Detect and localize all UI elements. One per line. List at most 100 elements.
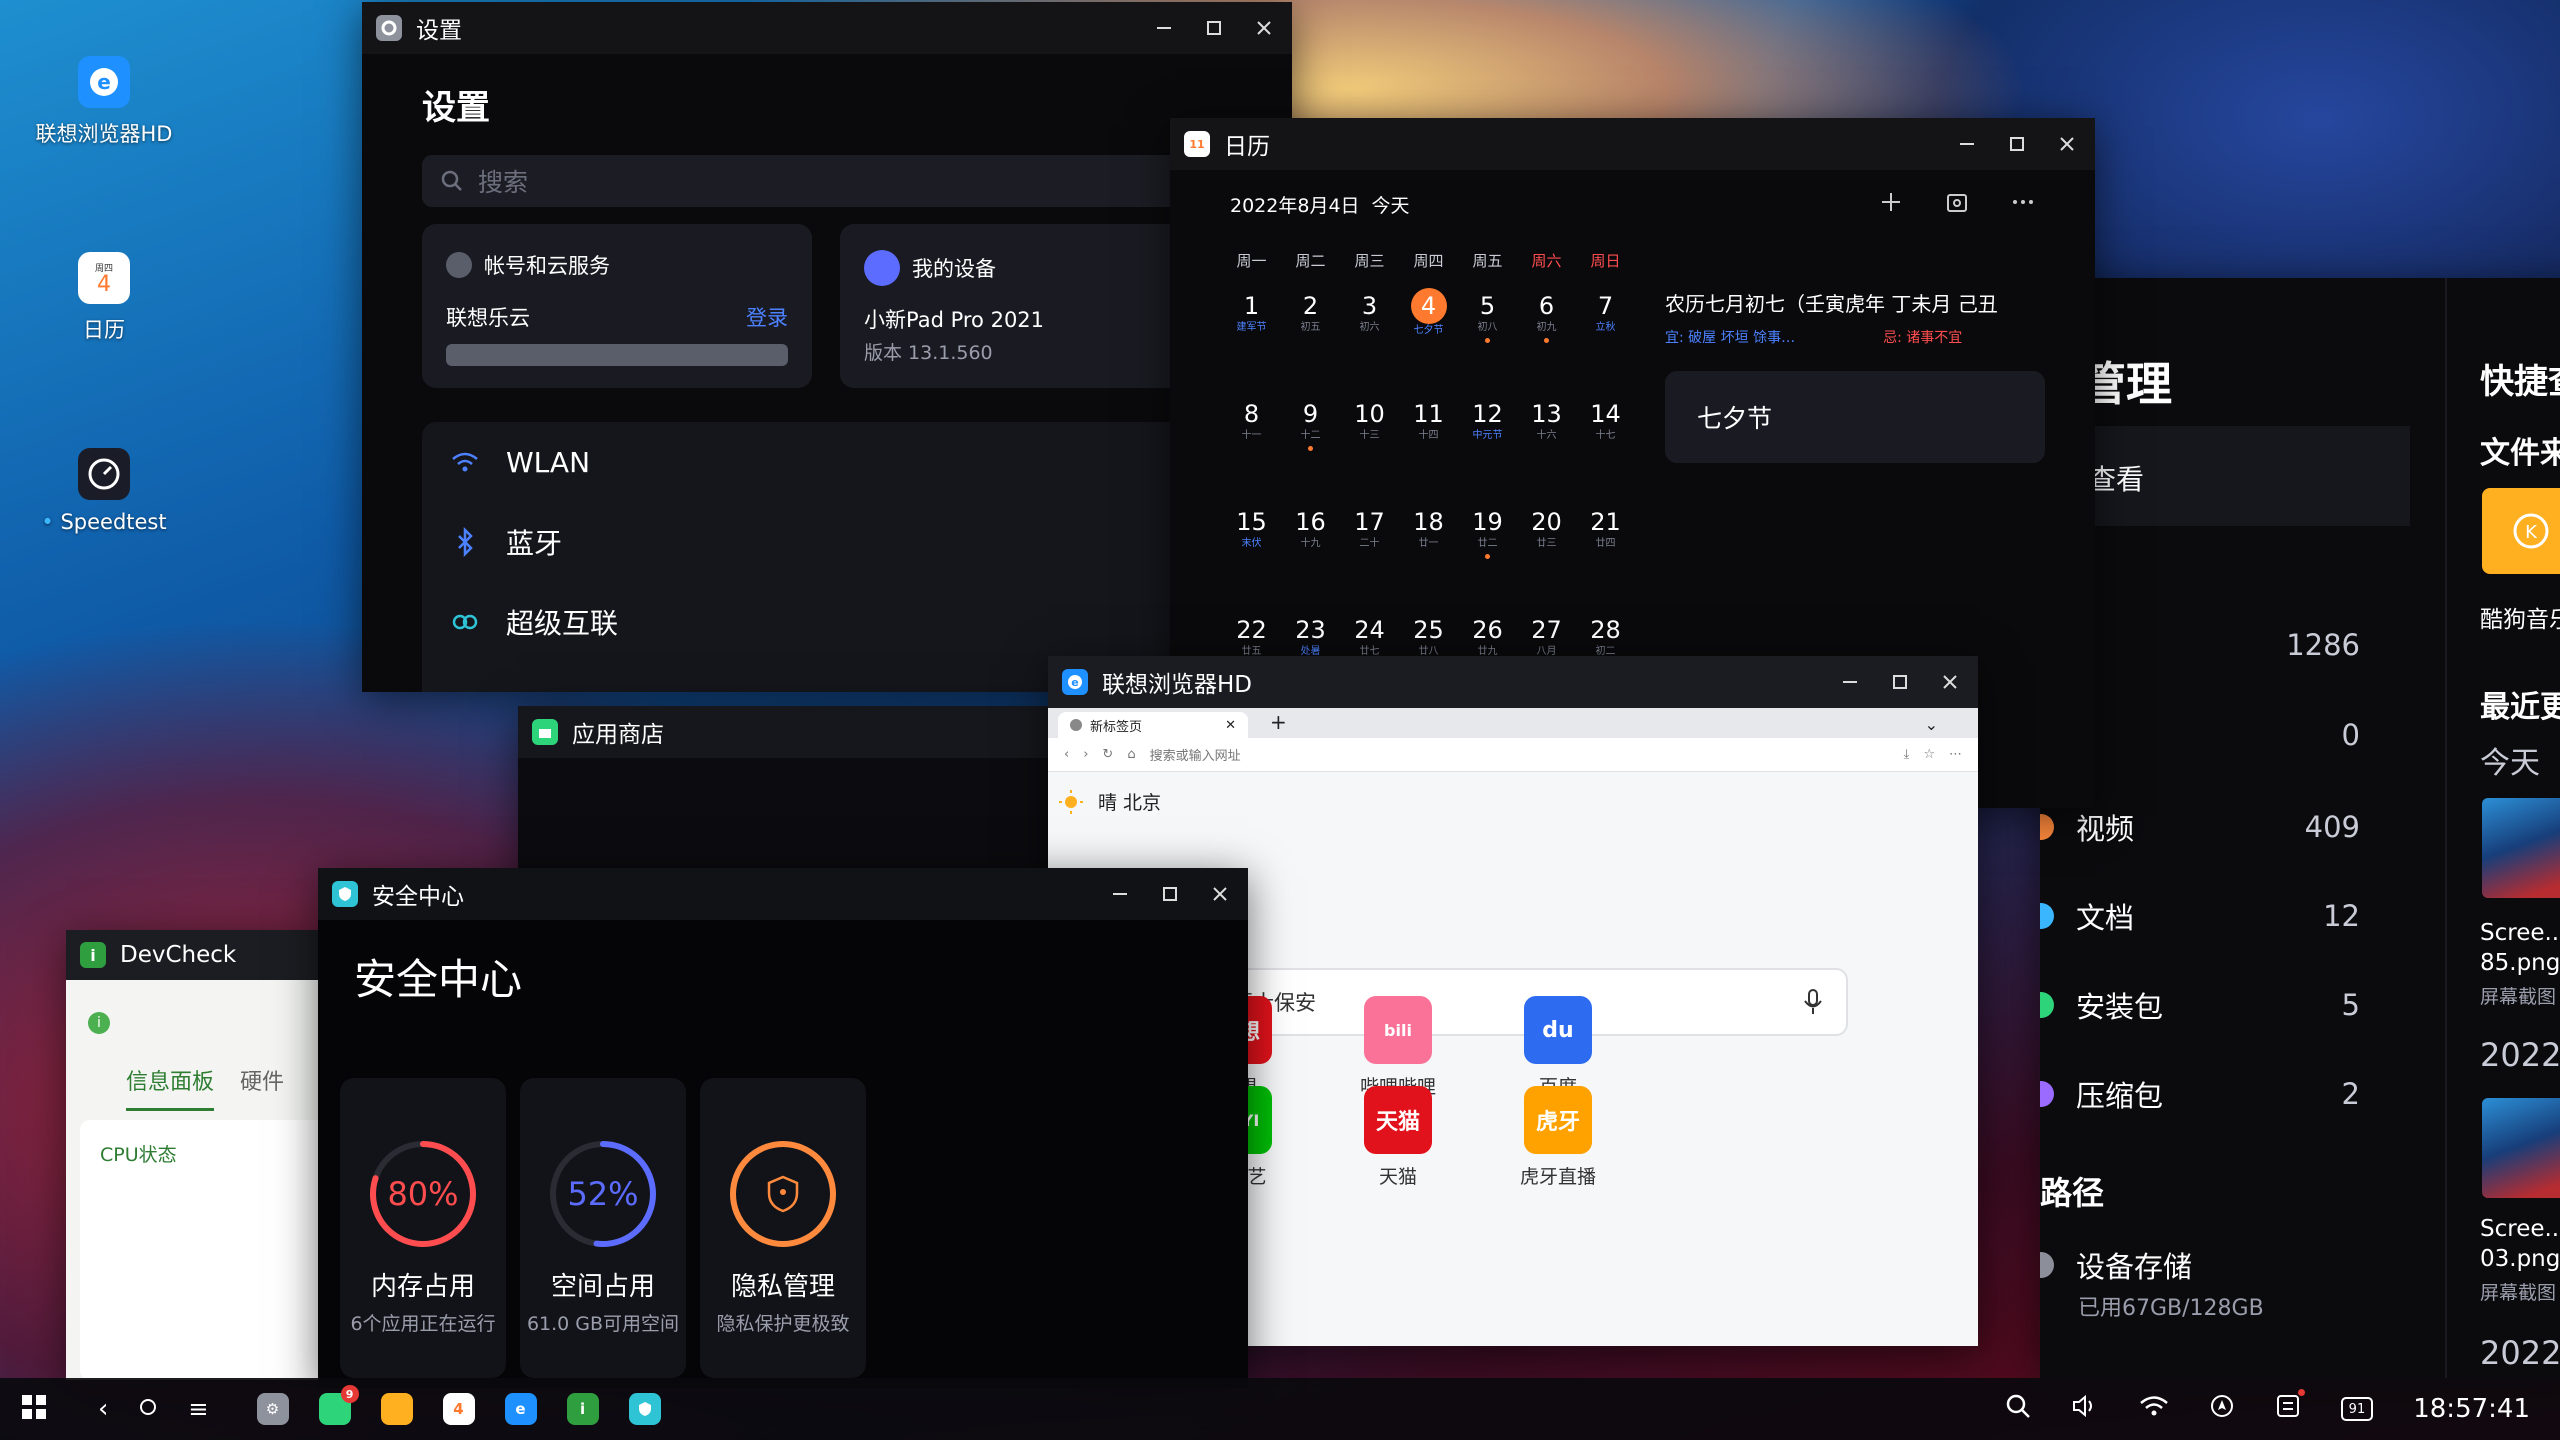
titlebar[interactable]: i DevCheck: [66, 930, 326, 980]
taskbar-browser-icon[interactable]: e: [504, 1393, 537, 1425]
battery-indicator[interactable]: 91: [2340, 1397, 2374, 1421]
calendar-day[interactable]: 3 初六: [1340, 291, 1399, 379]
calendar-day[interactable]: 12 中元节: [1458, 399, 1517, 487]
titlebar[interactable]: 应用商店: [518, 706, 1058, 758]
search-input[interactable]: 搜索: [422, 155, 1252, 207]
tab-hardware[interactable]: 硬件: [240, 1064, 284, 1111]
titlebar[interactable]: 11 日历: [1170, 118, 2095, 170]
account-card[interactable]: 帐号和云服务 联想乐云 登录: [422, 224, 812, 388]
notification-icon[interactable]: [2275, 1388, 2305, 1426]
device-storage[interactable]: 设备存储: [2040, 1244, 2360, 1286]
more-icon[interactable]: [2011, 190, 2035, 219]
speed-dial-item[interactable]: 天猫 天猫: [1343, 1086, 1453, 1189]
calendar-day[interactable]: 6 初九: [1517, 291, 1576, 379]
download-icon[interactable]: ⤓: [1904, 747, 1910, 762]
calendar-day-today[interactable]: 4 七夕节: [1399, 288, 1458, 379]
calendar-day[interactable]: 21 廿四: [1576, 507, 1635, 595]
calendar-day[interactable]: 2 初五: [1281, 291, 1340, 379]
taskbar-settings-icon[interactable]: ⚙: [256, 1393, 289, 1425]
minimize-button[interactable]: [1836, 668, 1864, 696]
calendar-day[interactable]: 16 十九: [1281, 507, 1340, 595]
back-icon[interactable]: ‹: [1064, 747, 1069, 762]
security-card[interactable]: 隐私管理 隐私保护更极致: [700, 1078, 866, 1378]
desktop-icon-browser[interactable]: e 联想浏览器HD: [14, 56, 194, 148]
calendar-day[interactable]: 9 十二: [1281, 399, 1340, 487]
desktop-icon-speedtest[interactable]: • Speedtest: [14, 448, 194, 534]
calendar-day[interactable]: 11 十四: [1399, 399, 1458, 487]
weather-widget[interactable]: 晴 北京: [1048, 772, 1978, 815]
speed-dial-item[interactable]: du百度: [1503, 996, 1613, 1099]
address-bar[interactable]: 搜索或输入网址: [1150, 745, 1890, 764]
security-card[interactable]: 52% 空间占用 61.0 GB可用空间: [520, 1078, 686, 1378]
home-icon[interactable]: ⌂: [1127, 747, 1135, 762]
maximize-button[interactable]: [2003, 130, 2031, 158]
taskbar-files-icon[interactable]: [380, 1393, 413, 1425]
volume-icon[interactable]: [2071, 1393, 2099, 1426]
titlebar[interactable]: 设置: [362, 2, 1292, 54]
security-card[interactable]: 80% 内存占用 6个应用正在运行: [340, 1078, 506, 1378]
tab-new[interactable]: 新标签页 ✕: [1058, 712, 1248, 738]
calendar-day[interactable]: 13 十六: [1517, 399, 1576, 487]
taskbar-security-icon[interactable]: [628, 1393, 661, 1425]
calendar-view-icon[interactable]: [1945, 190, 1969, 219]
tab-dashboard[interactable]: 信息面板: [126, 1064, 215, 1111]
calendar-day[interactable]: 18 廿一: [1399, 507, 1458, 595]
desktop-icon-calendar[interactable]: 周四 4 日历: [14, 252, 194, 344]
calendar-day[interactable]: 17 二十: [1340, 507, 1399, 595]
calendar-day[interactable]: 14 十七: [1576, 399, 1635, 487]
close-tab-icon[interactable]: ✕: [1225, 718, 1236, 733]
titlebar[interactable]: 安全中心: [318, 868, 1248, 920]
minimize-button[interactable]: [1953, 130, 1981, 158]
taskbar-store-icon[interactable]: 9: [318, 1385, 359, 1425]
microphone-icon[interactable]: [1802, 988, 1824, 1016]
navigation-icon[interactable]: [2209, 1393, 2235, 1426]
folder-icon[interactable]: K: [2482, 488, 2560, 574]
today-button[interactable]: 今天: [1372, 191, 1410, 218]
calendar-day[interactable]: 7 立秋: [1576, 291, 1635, 379]
forward-icon[interactable]: ›: [1083, 747, 1088, 762]
refresh-icon[interactable]: ↻: [1102, 747, 1113, 762]
calendar-day[interactable]: 8 十一: [1222, 399, 1281, 487]
maximize-button[interactable]: [1156, 880, 1184, 908]
settings-row-super-link[interactable]: 超级互联: [422, 582, 1252, 662]
minimize-button[interactable]: [1106, 880, 1134, 908]
taskbar-calendar-icon[interactable]: 4: [442, 1393, 475, 1425]
file-thumbnail[interactable]: [2482, 1098, 2560, 1198]
settings-row-wlan[interactable]: WLANlec: [422, 422, 1252, 502]
category-archive[interactable]: 压缩包 2: [2040, 1073, 2360, 1115]
new-tab-icon[interactable]: +: [1270, 710, 1287, 734]
clock[interactable]: 18:57:41: [2413, 1394, 2530, 1424]
close-button[interactable]: [2053, 130, 2081, 158]
add-event-icon[interactable]: [1879, 190, 1903, 219]
info-icon[interactable]: i: [88, 1012, 110, 1034]
calendar-day[interactable]: 1 建军节: [1222, 291, 1281, 379]
calendar-day[interactable]: 15 末伏: [1222, 507, 1281, 595]
speed-dial-item[interactable]: bili哔哩哔哩: [1343, 996, 1453, 1099]
category-video[interactable]: 视频 409: [2040, 806, 2360, 848]
taskbar-devcheck-icon[interactable]: i: [566, 1393, 599, 1425]
sidebar-item-view[interactable]: 查看: [2040, 426, 2410, 526]
close-button[interactable]: [1250, 14, 1278, 42]
wifi-icon[interactable]: [2139, 1394, 2169, 1425]
home-circle-icon[interactable]: [138, 1397, 158, 1421]
app-grid-icon[interactable]: [20, 1393, 48, 1425]
menu-icon[interactable]: ⋯: [1949, 747, 1962, 762]
file-thumbnail[interactable]: [2482, 798, 2560, 898]
search-icon[interactable]: [2005, 1393, 2031, 1426]
maximize-button[interactable]: [1886, 668, 1914, 696]
titlebar[interactable]: e 联想浏览器HD: [1048, 656, 1978, 708]
back-icon[interactable]: ‹: [98, 1394, 108, 1424]
category-docs[interactable]: 文档 12: [2040, 895, 2360, 937]
close-button[interactable]: [1206, 880, 1234, 908]
maximize-button[interactable]: [1200, 14, 1228, 42]
category-apk[interactable]: 安装包 5: [2040, 984, 2360, 1026]
close-button[interactable]: [1936, 668, 1964, 696]
calendar-day[interactable]: 19 廿二: [1458, 507, 1517, 595]
settings-row-bluetooth[interactable]: 蓝牙未连: [422, 502, 1252, 582]
calendar-day[interactable]: 10 十三: [1340, 399, 1399, 487]
speed-dial-item[interactable]: 虎牙 虎牙直播: [1503, 1086, 1613, 1189]
tab-list-icon[interactable]: ⌄: [1925, 715, 1938, 734]
login-link[interactable]: 登录: [746, 302, 788, 332]
event-card[interactable]: 七夕节: [1665, 371, 2045, 463]
calendar-day[interactable]: 5 初八: [1458, 291, 1517, 379]
